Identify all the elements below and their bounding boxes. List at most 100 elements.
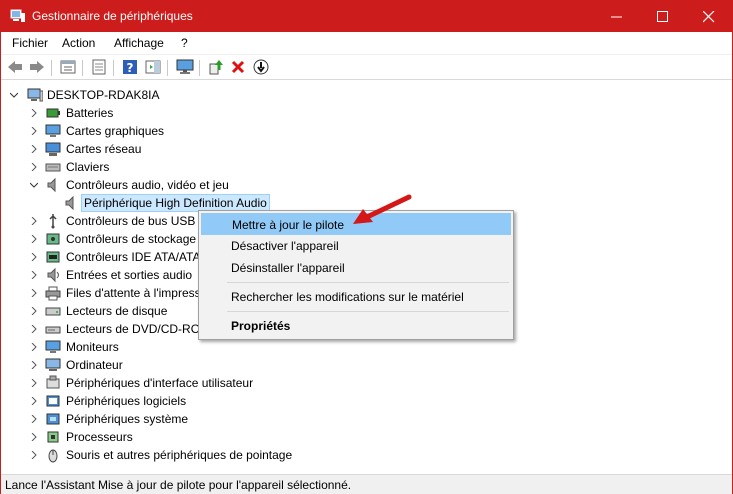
monitor-icon[interactable] xyxy=(176,58,194,76)
chevron-right-icon[interactable] xyxy=(30,307,38,315)
tree-category-item[interactable]: Processeurs xyxy=(1,428,732,446)
tree-item-label: Périphériques système xyxy=(66,412,189,426)
chevron-down-icon[interactable] xyxy=(10,91,18,99)
tree-item-label: Entrées et sorties audio xyxy=(66,268,193,282)
chevron-right-icon[interactable] xyxy=(30,397,38,405)
chevron-right-icon[interactable] xyxy=(30,433,38,441)
chevron-right-icon[interactable] xyxy=(30,415,38,423)
tree-item-label: Processeurs xyxy=(66,430,133,444)
forward-icon[interactable] xyxy=(28,58,46,76)
chevron-right-icon[interactable] xyxy=(30,289,38,297)
status-text: Lance l'Assistant Mise à jour de pilote … xyxy=(5,478,352,492)
system-device-icon xyxy=(46,413,60,425)
maximize-icon xyxy=(657,11,668,22)
chevron-right-icon[interactable] xyxy=(30,343,38,351)
tree-category-item[interactable]: Claviers xyxy=(1,158,732,176)
tree-item-label: Files d'attente à l'impression xyxy=(66,286,217,300)
tree-category-item[interactable]: Périphériques logiciels xyxy=(1,392,732,410)
chevron-right-icon[interactable] xyxy=(30,451,38,459)
tree-item-label: Lecteurs de DVD/CD-ROM xyxy=(66,322,211,336)
title-bar: Gestionnaire de périphériques xyxy=(1,1,732,32)
tree-item-label: Moniteurs xyxy=(66,340,119,354)
tree-root[interactable]: DESKTOP-RDAK8IA xyxy=(1,86,732,104)
chevron-right-icon[interactable] xyxy=(30,379,38,387)
tree-view-icon[interactable] xyxy=(59,58,77,76)
tree-category-item[interactable]: Cartes graphiques xyxy=(1,122,732,140)
chevron-right-icon[interactable] xyxy=(30,127,38,135)
window-title: Gestionnaire de périphériques xyxy=(32,9,193,23)
annotation-arrow-icon xyxy=(353,194,412,224)
chevron-right-icon[interactable] xyxy=(30,253,38,261)
properties-icon[interactable] xyxy=(90,58,108,76)
hid-icon xyxy=(46,375,60,389)
tree-category-item[interactable]: Moniteurs xyxy=(1,338,732,356)
dvd-icon xyxy=(45,326,61,334)
tree-category-item[interactable]: Batteries xyxy=(1,104,732,122)
software-device-icon xyxy=(46,395,60,407)
menu-bar: Fichier Action Affichage ? xyxy=(1,32,732,53)
disk-drive-icon xyxy=(45,307,61,316)
tree-item-label: Contrôleurs de bus USB xyxy=(66,214,196,228)
back-icon[interactable] xyxy=(6,58,24,76)
context-menu: Mettre à jour le pilote Désactiver l'app… xyxy=(198,210,514,340)
action-pane-icon[interactable] xyxy=(144,58,162,76)
tree-item-label: Lecteurs de disque xyxy=(66,304,168,318)
tree-category-item[interactable]: Périphériques système xyxy=(1,410,732,428)
menu-action[interactable]: Action xyxy=(62,36,95,50)
disable-icon[interactable] xyxy=(252,58,270,76)
toolbar-separator xyxy=(113,60,114,76)
tree-item-label: Cartes réseau xyxy=(66,142,142,156)
chevron-down-icon[interactable] xyxy=(30,181,38,189)
menu-fichier[interactable]: Fichier xyxy=(12,36,48,50)
speaker-icon xyxy=(47,177,56,193)
chevron-right-icon[interactable] xyxy=(30,271,38,279)
tree-category-item[interactable]: Souris et autres périphériques de pointa… xyxy=(1,446,732,464)
chevron-right-icon[interactable] xyxy=(30,145,38,153)
storage-controller-icon xyxy=(46,233,60,245)
processor-icon xyxy=(47,431,59,443)
menu-affichage[interactable]: Affichage xyxy=(114,36,164,50)
menu-item-label: Désactiver l'appareil xyxy=(231,239,339,253)
monitor-icon xyxy=(45,340,61,353)
menu-item-scan-hardware[interactable]: Rechercher les modifications sur le maté… xyxy=(201,286,511,308)
computer-icon xyxy=(45,358,61,371)
menu-help[interactable]: ? xyxy=(181,36,188,50)
tree-category-item[interactable]: Cartes réseau xyxy=(1,140,732,158)
tree-item-label: Périphériques d'interface utilisateur xyxy=(66,376,254,390)
close-icon xyxy=(703,11,715,23)
chevron-right-icon[interactable] xyxy=(30,325,38,333)
maximize-button[interactable] xyxy=(640,1,686,32)
toolbar-separator xyxy=(167,60,168,76)
tree-item-label: Claviers xyxy=(66,160,110,174)
printer-icon xyxy=(45,286,61,301)
menu-separator xyxy=(227,282,509,283)
chevron-right-icon[interactable] xyxy=(30,361,38,369)
chevron-right-icon[interactable] xyxy=(30,109,38,117)
menu-item-disable-device[interactable]: Désactiver l'appareil xyxy=(201,235,511,257)
tree-item-label: Ordinateur xyxy=(66,358,123,372)
tree-item-label: Périphériques logiciels xyxy=(66,394,187,408)
svg-text:?: ? xyxy=(127,61,134,75)
menu-item-properties[interactable]: Propriétés xyxy=(201,315,511,337)
toolbar-separator xyxy=(51,60,52,76)
menu-item-label: Désinstaller l'appareil xyxy=(231,261,345,275)
keyboard-icon xyxy=(45,163,61,172)
tree-category-item[interactable]: Périphériques d'interface utilisateur xyxy=(1,374,732,392)
close-button[interactable] xyxy=(686,1,732,32)
usb-icon xyxy=(49,214,57,229)
tree-item-label: Batteries xyxy=(66,106,114,120)
network-adapter-icon xyxy=(45,142,61,156)
minimize-icon xyxy=(611,16,622,18)
help-icon[interactable]: ? xyxy=(121,58,139,76)
uninstall-icon[interactable] xyxy=(229,58,247,76)
mouse-icon xyxy=(48,449,58,463)
chevron-right-icon[interactable] xyxy=(30,163,38,171)
menu-item-uninstall-device[interactable]: Désinstaller l'appareil xyxy=(201,257,511,279)
chevron-right-icon[interactable] xyxy=(30,217,38,225)
menu-item-label: Rechercher les modifications sur le maté… xyxy=(231,290,464,304)
chevron-right-icon[interactable] xyxy=(30,235,38,243)
battery-icon xyxy=(46,108,60,118)
minimize-button[interactable] xyxy=(594,1,640,32)
update-driver-icon[interactable] xyxy=(207,58,225,76)
tree-category-item[interactable]: Ordinateur xyxy=(1,356,732,374)
